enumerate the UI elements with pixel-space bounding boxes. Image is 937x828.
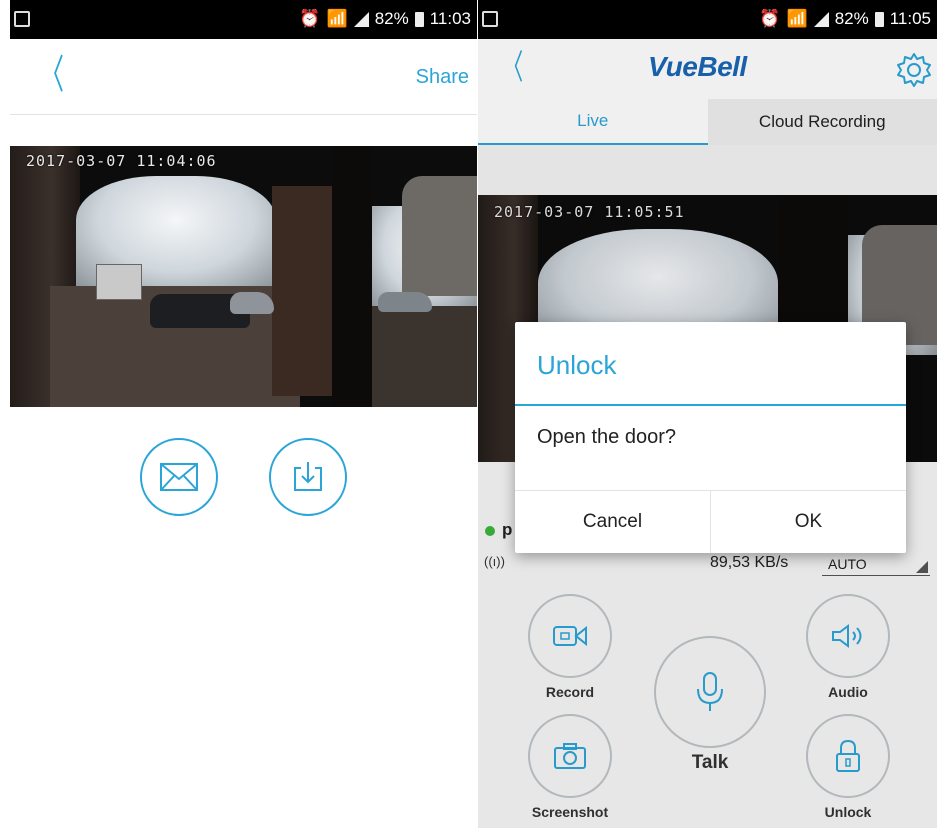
alarm-icon: ⏰	[759, 9, 781, 28]
battery-percent: 82%	[374, 9, 409, 28]
wifi-icon: 📶	[786, 9, 808, 28]
download-icon	[294, 462, 322, 491]
battery-icon	[414, 11, 424, 27]
truck	[96, 264, 142, 300]
gallery-notification-icon	[482, 11, 498, 27]
header: 〈 Share	[10, 39, 477, 115]
signal-icon	[353, 11, 369, 27]
ok-button[interactable]: OK	[710, 491, 906, 553]
alarm-icon: ⏰	[299, 9, 321, 28]
download-button[interactable]	[269, 438, 347, 516]
dialog-actions: Cancel OK	[515, 490, 906, 553]
door-frame	[332, 146, 372, 407]
battery-icon	[874, 11, 884, 27]
live-screen: ⏰ 📶 82% 11:05 〈 VueBell Live Cloud Recor…	[478, 0, 937, 828]
brick-pillar	[272, 186, 332, 396]
email-button[interactable]	[140, 438, 218, 516]
car-2	[230, 292, 274, 314]
wifi-icon: 📶	[326, 9, 348, 28]
dialog-message: Open the door?	[537, 426, 676, 448]
unlock-dialog: Unlock Open the door? Cancel OK	[515, 322, 906, 553]
car-3	[378, 292, 432, 312]
share-label: Share	[415, 66, 469, 88]
dialog-title: Unlock	[537, 350, 617, 380]
signal-icon	[813, 11, 829, 27]
video-timestamp: 2017-03-07 11:04:06	[26, 152, 217, 170]
canopy	[402, 176, 477, 296]
pavement-right	[372, 306, 477, 407]
gallery-notification-icon	[14, 11, 30, 27]
battery-percent: 82%	[834, 9, 869, 28]
share-screen: ⏰ 📶 82% 11:03 〈 Share 2017-03-07 11:04:0…	[10, 0, 477, 828]
dialog-divider	[515, 404, 906, 406]
snapshot-image: 2017-03-07 11:04:06	[10, 146, 477, 407]
status-bar: ⏰ 📶 82% 11:05	[478, 0, 937, 39]
envelope-icon	[160, 463, 198, 491]
cancel-button[interactable]: Cancel	[515, 491, 710, 553]
status-bar: ⏰ 📶 82% 11:03	[10, 0, 477, 39]
back-button[interactable]: 〈	[40, 55, 64, 95]
clock: 11:05	[889, 9, 931, 28]
clock: 11:03	[429, 9, 471, 28]
